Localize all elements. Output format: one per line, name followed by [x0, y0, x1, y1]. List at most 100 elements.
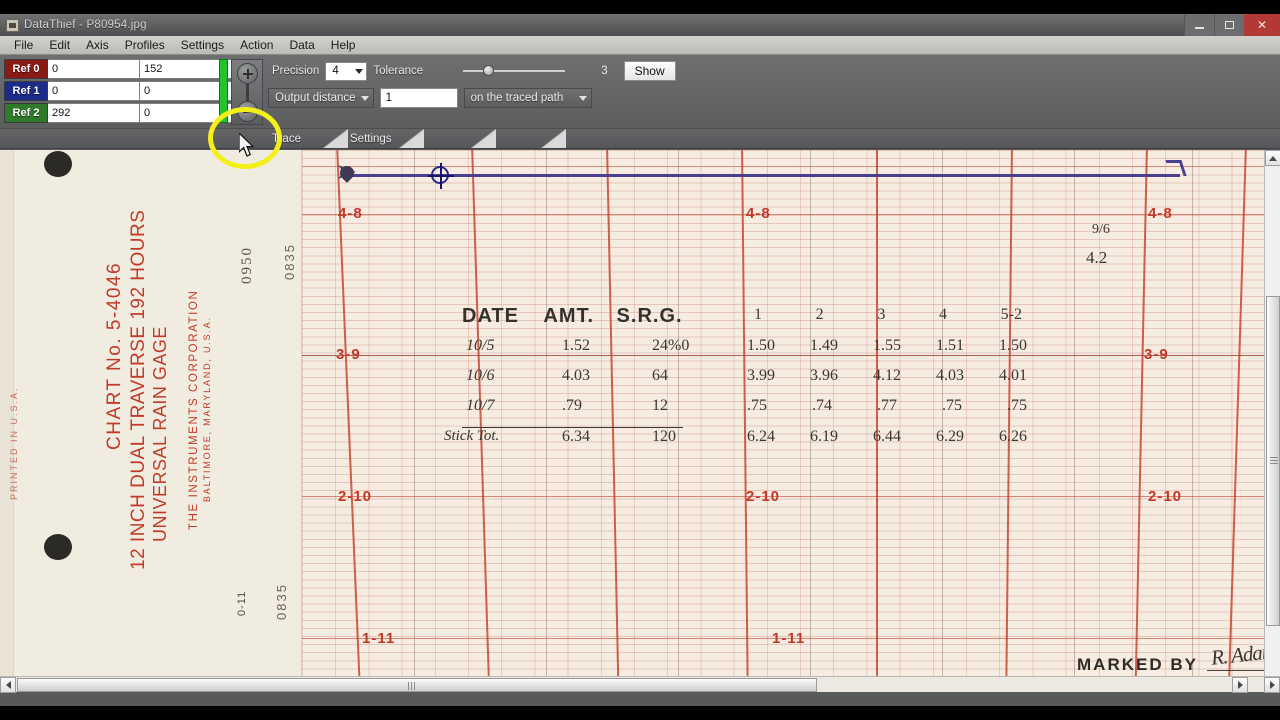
tolerance-value: 3: [601, 65, 608, 77]
grid-major-hline-2: [302, 355, 1264, 357]
tab-settings[interactable]: Settings: [340, 129, 402, 148]
grid-major-hline-1: [302, 214, 1264, 215]
hand-note-right-1: 9/6: [1092, 222, 1110, 237]
tab-trace[interactable]: Trace: [262, 129, 311, 148]
grid-label-left-4-8: 4-8: [338, 205, 363, 222]
ledger-header-srg: S.R.G.: [616, 305, 683, 327]
menu-item-edit[interactable]: Edit: [41, 37, 78, 53]
ledger-row: 10/7 .79 12 .75 .74 .77 .75 .75: [462, 397, 1027, 427]
maximize-button[interactable]: [1214, 14, 1244, 36]
show-button[interactable]: Show: [623, 61, 676, 81]
menu-item-help[interactable]: Help: [323, 37, 364, 53]
ref-0-label[interactable]: Ref 0: [4, 59, 48, 79]
output-distance-input[interactable]: 1: [379, 88, 458, 108]
scroll-left-button[interactable]: [0, 677, 16, 693]
grid-thin-vline-6: [1074, 150, 1075, 692]
ledger-row: 10/6 4.03 64 3.99 3.96 4.12 4.03 4.01: [462, 367, 1027, 397]
ledger-val: 3.96: [810, 367, 838, 384]
menu-item-data[interactable]: Data: [281, 37, 322, 53]
tolerance-slider-track: [463, 70, 566, 72]
grid-label-mid-2-10: 2-10: [746, 488, 781, 505]
ledger-cell-values: 1.50 1.49 1.55 1.51 1.50: [747, 337, 1027, 355]
ref-2-x-input[interactable]: 292: [48, 103, 140, 123]
hand-time-note-3: 0-11: [236, 590, 248, 616]
ledger-val: 1.49: [810, 337, 838, 354]
output-mode-dropdown[interactable]: Output distance: [268, 88, 374, 108]
ledger-total-values: 6.24 6.19 6.44 6.29 6.26: [747, 428, 1027, 446]
ledger-val: 6.29: [936, 428, 964, 445]
ledger-val: 3.99: [747, 367, 775, 384]
ledger-total-srg: 120: [652, 428, 676, 445]
menu-item-settings[interactable]: Settings: [173, 37, 232, 53]
horizontal-scrollbar[interactable]: [0, 676, 1280, 693]
grid-label-mid-1-11: 1-11: [772, 630, 806, 647]
chevron-down-icon: [355, 68, 364, 74]
grid-major-hline-3: [302, 496, 1264, 497]
ledger-col-num-3: 3: [877, 306, 886, 323]
horizontal-scrollbar-thumb[interactable]: [17, 678, 817, 692]
window-title: DataThief - P80954.jpg: [24, 19, 147, 31]
menu-item-profiles[interactable]: Profiles: [117, 37, 173, 53]
ledger-cell-srg: 64: [652, 367, 668, 384]
hand-time-note-1: 0950: [239, 246, 255, 284]
chevron-right-icon: [1237, 681, 1243, 689]
menu-bar: File Edit Axis Profiles Settings Action …: [0, 36, 1280, 55]
ledger-val: 4.12: [873, 367, 901, 384]
reference-points-group: Ref 0 0 152 Ref 1 0 0 Ref 2 292 0: [4, 59, 236, 125]
close-button[interactable]: ✕: [1244, 14, 1280, 36]
printed-in-usa-text: PRINTED IN U.S.A.: [9, 386, 19, 500]
toolbar-panel: Ref 0 0 152 Ref 1 0 0 Ref 2 292 0 Precis…: [0, 55, 1280, 169]
ledger-total-amt: 6.34: [562, 428, 590, 445]
punch-hole-top: [44, 151, 72, 177]
ref-2-label[interactable]: Ref 2: [4, 103, 48, 123]
ledger-val: .75: [1007, 397, 1027, 414]
ledger-col-num-4: 4: [938, 306, 947, 323]
chevron-right-icon: [1269, 681, 1275, 689]
ref-1-x-input[interactable]: 0: [48, 81, 140, 101]
ledger-cell-amt: .79: [562, 397, 582, 414]
ledger-val: .77: [877, 397, 897, 414]
chevron-down-icon: [578, 95, 587, 101]
scroll-up-button[interactable]: [1265, 150, 1280, 166]
ledger-cell-srg: 24%0: [652, 337, 690, 354]
letterbox-bottom: [0, 706, 1280, 720]
tolerance-slider[interactable]: [463, 63, 566, 79]
grid-label-left-1-11: 1-11: [362, 630, 396, 647]
application-window: DataThief - P80954.jpg ✕ File Edit Axis …: [0, 14, 1280, 706]
menu-item-file[interactable]: File: [6, 37, 41, 53]
zoom-slider-track[interactable]: [246, 84, 249, 102]
traced-path-line[interactable]: [345, 174, 1180, 177]
menu-item-axis[interactable]: Axis: [78, 37, 117, 53]
tolerance-slider-knob[interactable]: [483, 65, 495, 76]
vertical-scrollbar-thumb[interactable]: [1266, 296, 1280, 626]
scroll-right-button-2[interactable]: [1264, 677, 1280, 693]
precision-tolerance-row: Precision 4 Tolerance 3 Show: [272, 59, 676, 83]
title-bar[interactable]: DataThief - P80954.jpg ✕: [0, 14, 1280, 36]
tab-strip: Trace Settings: [0, 129, 1280, 149]
menu-item-action[interactable]: Action: [232, 37, 281, 53]
precision-dropdown[interactable]: 4: [325, 61, 368, 81]
ledger-val: 1.55: [873, 337, 901, 354]
ledger-cell-values: 3.99 3.96 4.12 4.03 4.01: [747, 367, 1027, 385]
chevron-down-icon: [360, 95, 369, 101]
zoom-in-button[interactable]: [237, 63, 258, 84]
output-target-dropdown[interactable]: on the traced path: [463, 88, 592, 108]
ref-0-x-input[interactable]: 0: [48, 59, 140, 79]
ledger-val: .75: [942, 397, 962, 414]
ledger-val: 1.50: [999, 337, 1027, 354]
grid-minor-vertical-lines: [302, 150, 1264, 692]
ledger-cell-date: 10/5: [466, 337, 495, 354]
chart-viewport[interactable]: PRINTED IN U.S.A. CHART No. 5-4046 12 IN…: [0, 150, 1280, 692]
ref-1-label[interactable]: Ref 1: [4, 81, 48, 101]
scroll-right-button[interactable]: [1232, 677, 1248, 693]
ledger-val: 6.26: [999, 428, 1027, 445]
hand-note-right-2: 4.2: [1086, 248, 1108, 267]
zoom-out-button[interactable]: [237, 101, 258, 122]
minimize-button[interactable]: [1184, 14, 1214, 36]
signature-mark: R. Adams: [1207, 638, 1264, 671]
trace-point-marker[interactable]: [428, 163, 454, 189]
ledger-col-num-5: 5-2: [1000, 306, 1022, 323]
vertical-scrollbar[interactable]: [1264, 150, 1280, 692]
ledger-val: 6.44: [873, 428, 901, 445]
grid-label-right-4-8: 4-8: [1148, 205, 1173, 222]
